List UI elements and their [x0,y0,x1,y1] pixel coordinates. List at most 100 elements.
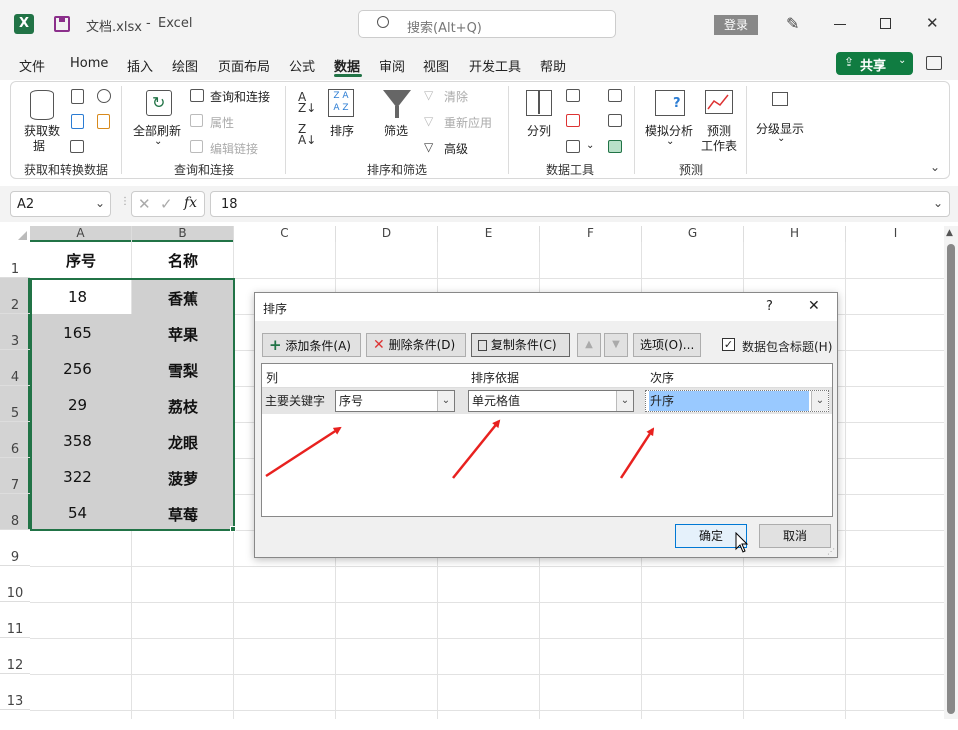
move-down-button[interactable]: ▼ [604,333,628,357]
sort-on-select[interactable]: 单元格值 ⌄ [468,390,634,412]
from-text-icon[interactable] [71,89,84,104]
row-header-4[interactable]: 4 [0,350,30,386]
menu-view[interactable]: 视图 [423,56,449,75]
relationships-icon[interactable] [608,114,622,127]
clear-button[interactable]: 清除 [444,88,468,105]
flash-fill-icon[interactable] [566,89,580,102]
menu-insert[interactable]: 插入 [127,56,153,75]
row-header-13[interactable]: 13 [0,674,30,710]
cell-b5[interactable]: 荔枝 [132,396,234,417]
chevron-down-icon[interactable]: ⌄ [666,136,674,147]
menu-file[interactable]: 文件 [19,56,45,75]
delete-level-button[interactable]: ✕ 删除条件(D) [366,333,466,357]
row-header-5[interactable]: 5 [0,386,30,422]
edit-links-button[interactable]: 编辑链接 [210,140,258,157]
from-web-icon[interactable] [71,114,84,129]
maximize-icon[interactable] [880,18,891,29]
row-header-8[interactable]: 8 [0,494,30,530]
get-data-button-line2[interactable]: 据 [33,137,45,154]
has-headers-checkbox[interactable]: ✓ [722,338,735,351]
search-box[interactable]: 搜索(Alt+Q) [358,10,616,38]
menu-review[interactable]: 审阅 [379,56,405,75]
cell-b6[interactable]: 龙眼 [132,432,234,453]
add-level-button[interactable]: + 添加条件(A) [262,333,361,357]
name-box[interactable]: A2 ⌄ [10,191,111,217]
col-header-e[interactable]: E [438,226,540,242]
comments-icon[interactable] [926,56,942,70]
resize-grip-icon[interactable]: ⋰ [827,547,835,556]
dialog-close-button[interactable]: ✕ [808,298,820,314]
menu-formulas[interactable]: 公式 [289,56,315,75]
col-header-g[interactable]: G [642,226,744,242]
fill-handle[interactable] [230,526,236,532]
text-to-columns-button[interactable]: 分列 [527,122,551,139]
menu-data[interactable]: 数据 [334,56,360,75]
cancel-entry-icon[interactable]: ✕ [138,195,151,213]
row-header-6[interactable]: 6 [0,422,30,458]
cell-b8[interactable]: 草莓 [132,504,234,525]
col-header-c[interactable]: C [234,226,336,242]
cell-b2[interactable]: 香蕉 [132,288,234,309]
cell-a6[interactable]: 358 [30,432,125,450]
cell-a4[interactable]: 256 [30,360,125,378]
menu-help[interactable]: 帮助 [540,56,566,75]
consolidate-icon[interactable] [608,89,622,102]
cell-b4[interactable]: 雪梨 [132,360,234,381]
chevron-down-icon[interactable]: ⌄ [154,136,162,147]
confirm-entry-icon[interactable]: ✓ [160,195,173,213]
filter-button[interactable]: 筛选 [384,122,408,139]
reapply-button[interactable]: 重新应用 [444,114,492,131]
formula-input[interactable]: 18 ⌄ [210,191,950,217]
options-button[interactable]: 选项(O)... [633,333,701,357]
menu-developer[interactable]: 开发工具 [469,56,521,75]
data-model-icon[interactable] [608,140,622,153]
scrollbar-thumb[interactable] [947,244,955,714]
cell-a7[interactable]: 322 [30,468,125,486]
row-header-9[interactable]: 9 [0,530,30,566]
queries-connections-button[interactable]: 查询和连接 [210,88,270,105]
advanced-button[interactable]: 高级 [444,140,468,157]
scroll-up-icon[interactable]: ▲ [946,228,953,238]
move-up-button[interactable]: ▲ [577,333,601,357]
cell-b7[interactable]: 菠萝 [132,468,234,489]
menu-page-layout[interactable]: 页面布局 [218,56,270,75]
share-button[interactable]: ⇪ 共享 ⌄ [836,52,913,75]
col-header-b[interactable]: B [132,226,234,242]
row-header-7[interactable]: 7 [0,458,30,494]
row-header-11[interactable]: 11 [0,602,30,638]
sort-asc-icon[interactable]: A Z↓ [298,91,316,114]
pen-icon[interactable]: ✎ [786,14,799,33]
sort-desc-icon[interactable]: Z A↓ [298,123,316,146]
chevron-down-icon[interactable]: ⌄ [777,133,785,144]
cell-a1[interactable]: 序号 [30,250,132,271]
remove-duplicates-icon[interactable] [566,114,580,127]
menu-home[interactable]: Home [70,56,108,71]
row-header-3[interactable]: 3 [0,314,30,350]
forecast-sheet-button-line2[interactable]: 工作表 [701,137,737,154]
col-header-a[interactable]: A [30,226,132,242]
help-button[interactable]: ? [766,299,773,314]
order-select[interactable]: 升序 ⌄ [645,390,829,412]
row-header-10[interactable]: 10 [0,566,30,602]
row-header-1[interactable]: 1 [0,242,30,278]
sort-by-select[interactable]: 序号 ⌄ [335,390,455,412]
ribbon-collapse-icon[interactable]: ⌄ [930,160,940,174]
existing-connections-icon[interactable] [97,114,110,129]
recent-sources-icon[interactable] [97,89,111,103]
cell-a3[interactable]: 165 [30,324,125,342]
save-icon[interactable] [54,16,70,32]
login-button[interactable]: 登录 [714,15,758,35]
data-validation-icon[interactable] [566,140,580,153]
sort-button[interactable]: 排序 [330,122,354,139]
cancel-button[interactable]: 取消 [759,524,831,548]
menu-draw[interactable]: 绘图 [172,56,198,75]
col-header-d[interactable]: D [336,226,438,242]
col-header-h[interactable]: H [744,226,846,242]
copy-level-button[interactable]: 复制条件(C) [471,333,570,357]
close-window-icon[interactable]: ✕ [926,14,939,32]
minimize-icon[interactable] [834,24,846,25]
row-header-12[interactable]: 12 [0,638,30,674]
cell-b3[interactable]: 苹果 [132,324,234,345]
row-header-2[interactable]: 2 [0,278,30,314]
insert-function-icon[interactable]: fx [184,195,197,211]
